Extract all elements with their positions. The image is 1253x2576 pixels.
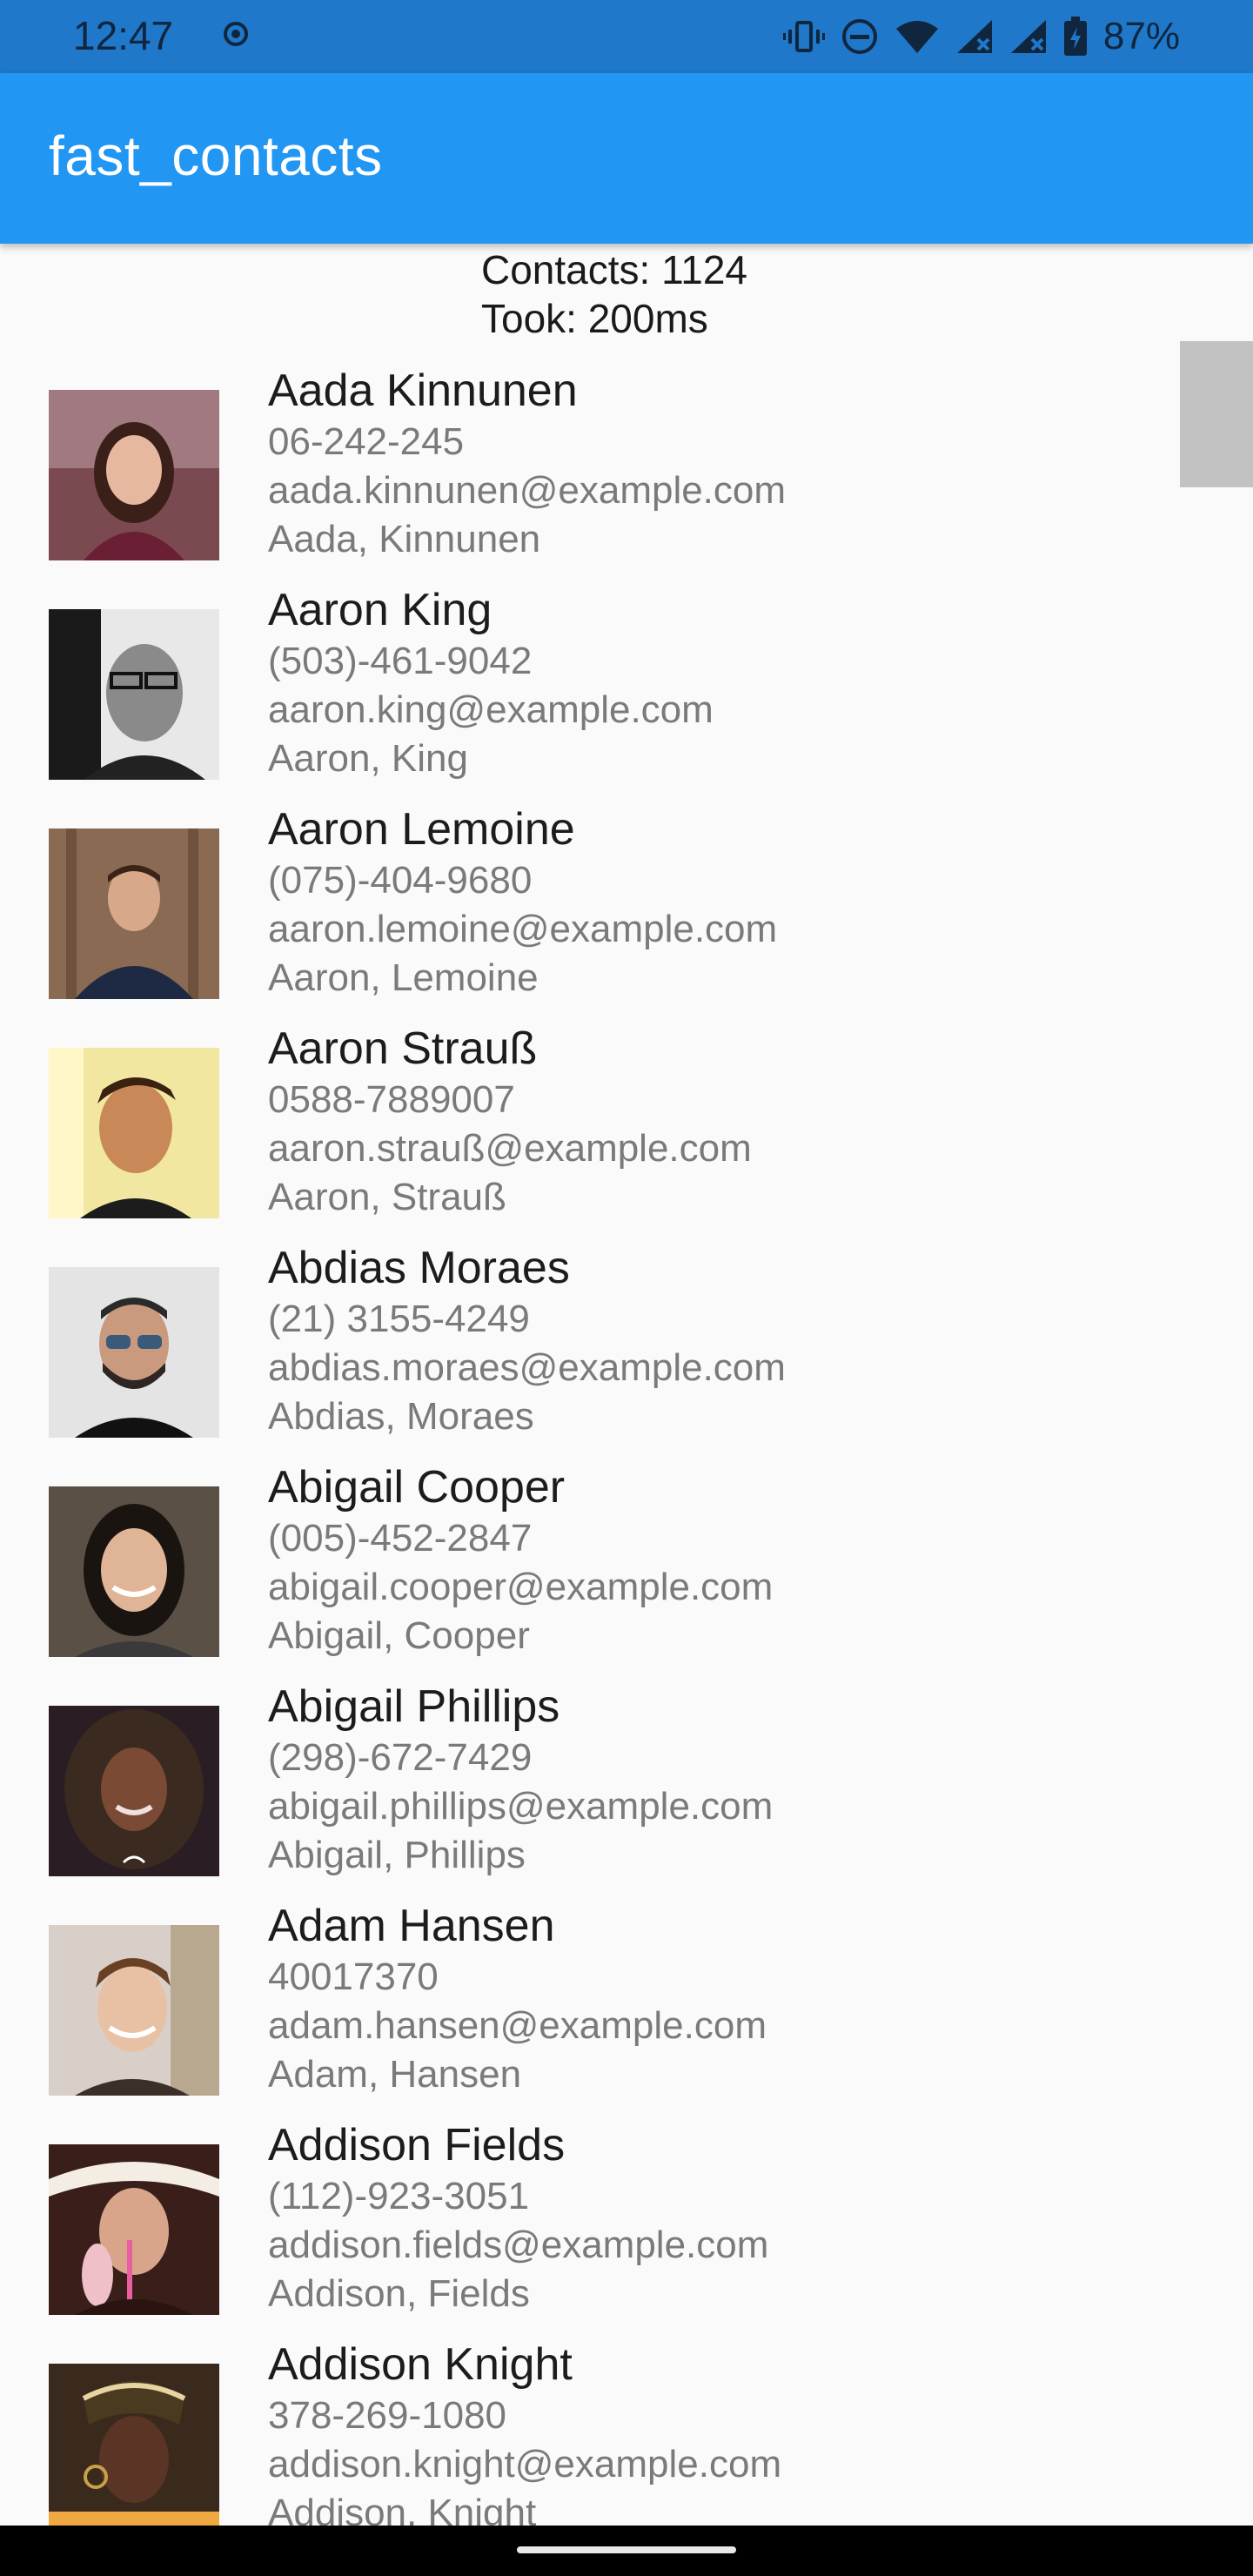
contact-row[interactable]: Abdias Moraes (21) 3155-4249 abdias.mora… [0,1241,1253,1460]
contact-phone: (005)-452-2847 [268,1517,533,1560]
contact-row[interactable]: Addison Knight 378-269-1080 addison.knig… [0,2338,1253,2526]
contact-email: adam.hansen@example.com [268,2004,767,2047]
contact-row[interactable]: Aaron Lemoine (075)-404-9680 aaron.lemoi… [0,802,1253,1022]
contact-name: Adam Hansen [268,1901,555,1951]
home-gesture-handle[interactable] [517,2546,736,2553]
contact-phone: 40017370 [268,1955,439,1998]
contact-email: aaron.strauß@example.com [268,1127,752,1170]
wifi-icon [895,21,938,53]
contact-row[interactable]: Abigail Phillips (298)-672-7429 abigail.… [0,1680,1253,1899]
contact-phone: 378-269-1080 [268,2394,507,2437]
contact-email: addison.fields@example.com [268,2224,769,2266]
contact-row[interactable]: Abigail Cooper (005)-452-2847 abigail.co… [0,1460,1253,1680]
contact-avatar [49,1048,219,1218]
contact-avatar [49,2364,219,2526]
contact-name: Addison Fields [268,2120,566,2170]
navigation-bar [0,2526,1253,2576]
contacts-count: Contacts: 1124 [481,247,748,292]
contact-avatar [49,609,219,780]
contact-avatar [49,1486,219,1657]
screen: Aada Kinnunen 06-242-245 aada.kinnunen@e… [0,0,1253,2576]
contact-name: Abigail Cooper [268,1462,566,1513]
contact-avatar [49,390,219,560]
status-bar: 12:47 87% [0,0,1253,73]
signal-icon-2 [1010,20,1046,53]
contact-name: Addison Knight [268,2339,573,2390]
contact-row[interactable]: Addison Fields (112)-923-3051 addison.fi… [0,2118,1253,2338]
contact-structured-name: Abigail, Cooper [268,1614,530,1657]
record-icon [224,22,248,46]
contact-email: abigail.cooper@example.com [268,1566,774,1608]
contact-name: Aaron Lemoine [268,804,575,855]
contact-structured-name: Aaron, King [268,737,468,780]
contact-phone: 0588-7889007 [268,1078,515,1121]
contact-structured-name: Abigail, Phillips [268,1834,526,1876]
contact-email: abigail.phillips@example.com [268,1785,774,1828]
load-time: Took: 200ms [481,296,708,341]
contact-row[interactable]: Aaron King (503)-461-9042 aaron.king@exa… [0,583,1253,802]
contact-structured-name: Addison, Fields [268,2272,530,2315]
contact-name: Abdias Moraes [268,1243,570,1293]
contact-avatar [49,2144,219,2315]
contact-row[interactable]: Adam Hansen 40017370 adam.hansen@example… [0,1899,1253,2118]
contact-structured-name: Aaron, Strauß [268,1176,506,1218]
battery-percentage: 87% [1102,15,1180,57]
contact-email: aaron.lemoine@example.com [268,908,778,950]
contact-structured-name: Abdias, Moraes [268,1395,534,1438]
contact-structured-name: Adam, Hansen [268,2053,522,2096]
vibrate-icon [782,21,825,52]
contact-email: aada.kinnunen@example.com [268,469,787,512]
contact-name: Aada Kinnunen [268,366,578,416]
battery-icon [1063,17,1087,56]
app-bar: fast_contacts [0,73,1253,244]
contacts-summary: Contacts: 1124 Took: 200ms [481,245,747,343]
contact-list[interactable]: Aada Kinnunen 06-242-245 aada.kinnunen@e… [0,0,1253,2526]
contact-avatar [49,1925,219,2096]
contact-row[interactable]: Aaron Strauß 0588-7889007 aaron.strauß@e… [0,1022,1253,1241]
contact-phone: (503)-461-9042 [268,640,533,682]
signal-icon [956,20,992,53]
do-not-disturb-icon [841,19,877,54]
contact-phone: (21) 3155-4249 [268,1298,530,1340]
status-time: 12:47 [73,13,174,58]
contact-structured-name: Aaron, Lemoine [268,956,539,999]
contact-phone: 06-242-245 [268,420,465,463]
contact-avatar [49,1267,219,1438]
contact-phone: (112)-923-3051 [268,2175,530,2217]
app-title: fast_contacts [49,124,383,187]
contact-structured-name: Addison, Knight [268,2492,537,2526]
contact-structured-name: Aada, Kinnunen [268,518,541,560]
contact-avatar [49,828,219,999]
contact-phone: (075)-404-9680 [268,859,533,902]
contact-avatar [49,1706,219,1876]
contact-email: aaron.king@example.com [268,688,714,731]
contact-name: Abigail Phillips [268,1681,560,1732]
contact-phone: (298)-672-7429 [268,1736,533,1779]
contact-name: Aaron Strauß [268,1023,538,1074]
contact-row[interactable]: Aada Kinnunen 06-242-245 aada.kinnunen@e… [0,364,1253,583]
scrollbar-thumb[interactable] [1180,341,1253,487]
contact-email: abdias.moraes@example.com [268,1346,786,1389]
contact-email: addison.knight@example.com [268,2443,782,2485]
contact-name: Aaron King [268,585,492,635]
